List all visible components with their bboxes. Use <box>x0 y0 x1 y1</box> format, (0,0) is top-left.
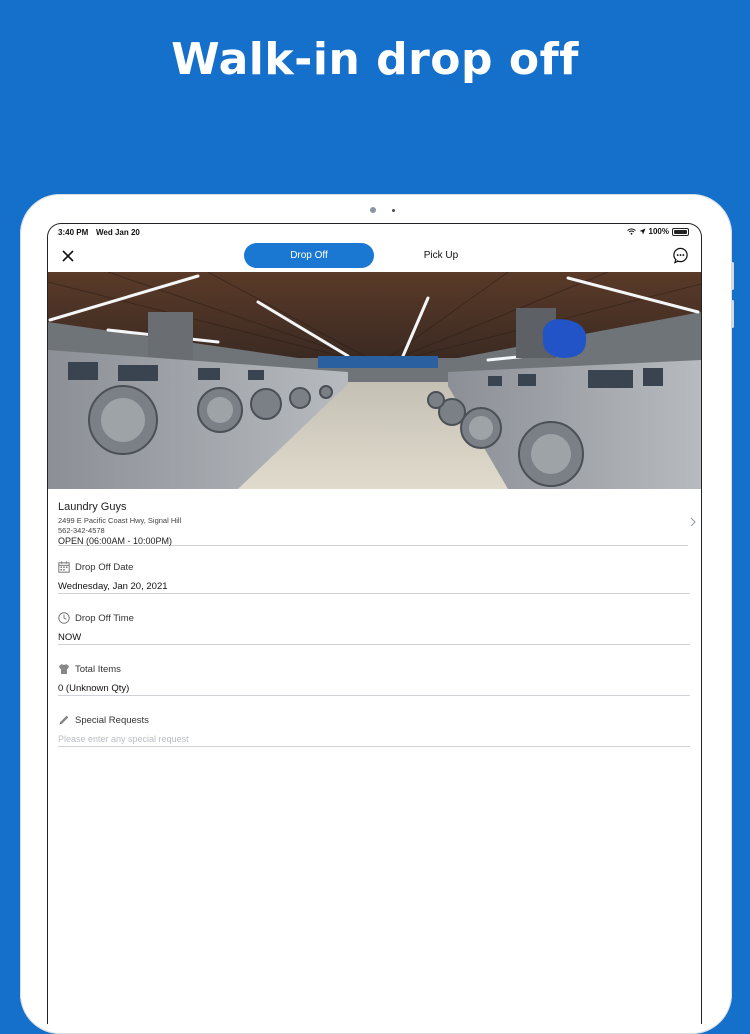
location-icon <box>639 228 646 235</box>
special-requests-input[interactable]: Please enter any special request <box>58 734 690 744</box>
app-screen: 3:40 PM Wed Jan 20 100% Drop Off Pick Up <box>47 223 702 1024</box>
battery-icon <box>672 227 689 236</box>
pencil-icon <box>59 715 69 725</box>
total-items-value: 0 (Unknown Qty) <box>58 683 130 694</box>
drop-off-time-field[interactable]: Drop Off Time NOW <box>58 612 690 645</box>
camera-dot <box>370 207 376 213</box>
tab-pick-up[interactable]: Pick Up <box>376 243 506 268</box>
special-requests-label: Special Requests <box>75 714 149 726</box>
status-bar: 3:40 PM Wed Jan 20 100% <box>48 224 701 240</box>
volume-button <box>731 262 734 290</box>
drop-off-time-label: Drop Off Time <box>75 612 134 624</box>
status-time: 3:40 PM <box>58 228 89 237</box>
drop-off-date-value: Wednesday, Jan 20, 2021 <box>58 581 168 592</box>
store-address: 2499 E Pacific Coast Hwy, Signal Hill <box>58 516 182 525</box>
store-name: Laundry Guys <box>58 501 127 513</box>
shirt-icon <box>59 664 69 674</box>
close-icon[interactable] <box>60 248 76 264</box>
wifi-icon <box>626 228 636 235</box>
total-items-label: Total Items <box>75 663 121 675</box>
nav-bar: Drop Off Pick Up <box>48 240 701 272</box>
status-date: Wed Jan 20 <box>96 228 140 237</box>
laundromat-photo[interactable] <box>48 272 701 489</box>
store-hours: OPEN (06:00AM - 10:00PM) <box>58 536 173 546</box>
volume-button <box>731 300 734 328</box>
chevron-right-icon <box>690 517 696 527</box>
drop-off-date-label: Drop Off Date <box>75 561 134 573</box>
chat-icon[interactable] <box>672 247 689 264</box>
total-items-field[interactable]: Total Items 0 (Unknown Qty) <box>58 663 690 696</box>
drop-off-time-value: NOW <box>58 632 82 643</box>
sensor-dot <box>392 209 395 212</box>
tab-drop-off[interactable]: Drop Off <box>244 243 374 268</box>
calendar-icon <box>58 561 70 573</box>
special-requests-field[interactable]: Special Requests Please enter any specia… <box>58 714 690 747</box>
clock-icon <box>58 612 70 624</box>
drop-off-date-field[interactable]: Drop Off Date Wednesday, Jan 20, 2021 <box>58 561 690 594</box>
battery-percent: 100% <box>648 227 669 236</box>
headline: Walk-in drop off <box>171 34 579 85</box>
store-phone: 562-342-4578 <box>58 526 105 535</box>
store-info[interactable]: Laundry Guys 2499 E Pacific Coast Hwy, S… <box>58 501 696 546</box>
